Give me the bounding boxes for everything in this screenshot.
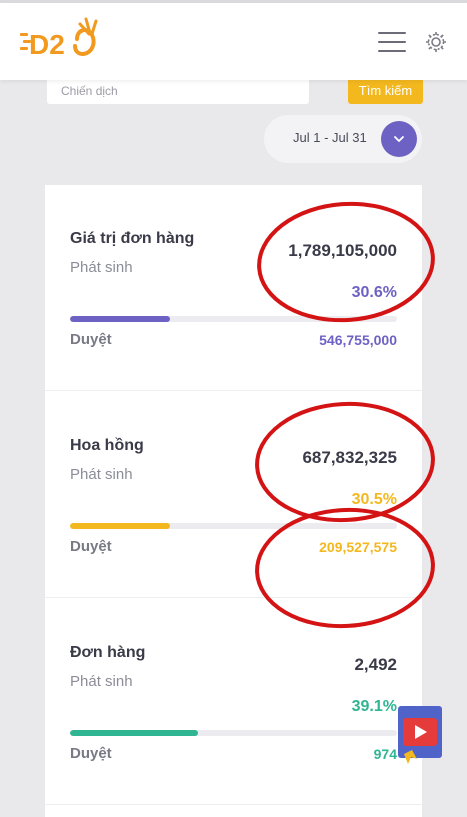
logo-text: D2 (29, 29, 65, 60)
card-subtitle: Phát sinh (70, 673, 133, 690)
date-range-label: Jul 1 - Jul 31 (293, 130, 367, 145)
card-value: 687,832,325 (302, 448, 397, 467)
approved-value: 974 (373, 746, 397, 762)
date-dropdown-button[interactable] (381, 121, 417, 157)
d2-logo[interactable]: D2 (20, 15, 106, 65)
approved-label: Duyệt (70, 745, 112, 762)
approved-label: Duyệt (70, 538, 112, 555)
app-header: D2 (0, 3, 467, 80)
stats-panel: Giá trị đơn hàng Phát sinh 1,789,105,000… (45, 185, 422, 817)
stat-card-orders[interactable]: Đơn hàng Phát sinh 2,492 39.1% Duyệt 974 (45, 599, 422, 805)
date-range-picker[interactable]: Jul 1 - Jul 31 (264, 115, 422, 163)
chevron-down-icon (394, 136, 404, 142)
play-video-icon[interactable] (398, 706, 444, 764)
card-subtitle: Phát sinh (70, 259, 133, 276)
card-title: Giá trị đơn hàng (70, 230, 195, 247)
progress-fill (70, 730, 198, 736)
approved-value: 546,755,000 (319, 332, 397, 348)
stat-card-order-value[interactable]: Giá trị đơn hàng Phát sinh 1,789,105,000… (45, 185, 422, 391)
approved-label: Duyệt (70, 331, 112, 348)
approved-value: 209,527,575 (319, 539, 397, 555)
progress-fill (70, 316, 171, 322)
progress-bar (70, 730, 397, 736)
card-subtitle: Phát sinh (70, 466, 133, 483)
card-title: Hoa hồng (70, 437, 144, 454)
stat-card-commission[interactable]: Hoa hồng Phát sinh 687,832,325 30.5% Duy… (45, 392, 422, 598)
card-percent: 39.1% (351, 698, 397, 715)
card-percent: 30.5% (351, 491, 397, 508)
progress-bar (70, 523, 397, 529)
card-value: 2,492 (354, 655, 397, 674)
hamburger-menu-icon[interactable] (376, 29, 408, 55)
card-title: Đơn hàng (70, 644, 146, 661)
gear-icon[interactable] (424, 30, 448, 54)
progress-fill (70, 523, 170, 529)
card-percent: 30.6% (351, 284, 397, 301)
progress-bar (70, 316, 397, 322)
card-value: 1,789,105,000 (288, 241, 397, 260)
